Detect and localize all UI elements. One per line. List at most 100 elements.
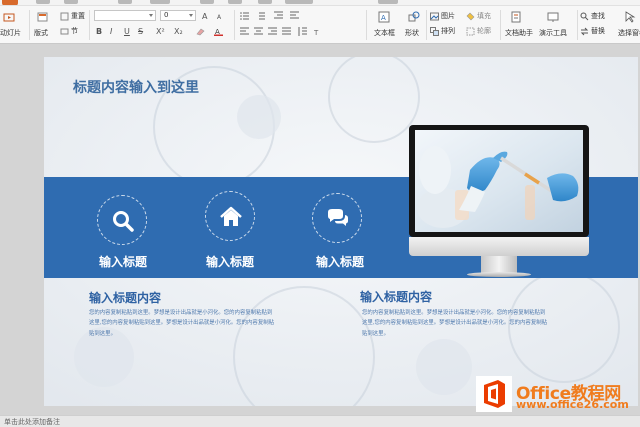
replace-button[interactable]: 替换 xyxy=(591,27,605,36)
tab-review[interactable] xyxy=(200,0,214,4)
search-icon xyxy=(113,211,134,232)
ribbon-separator xyxy=(366,10,367,40)
body-line: 您的内容复制粘贴到这里。梦想是设计出品就是小河化。您的内容复制粘贴到 xyxy=(89,310,273,316)
tab-slideshow[interactable] xyxy=(150,0,170,4)
slide-title[interactable]: 标题内容输入到这里 xyxy=(73,77,199,97)
tab-section[interactable] xyxy=(258,0,272,4)
body-line: 这里,您的内容复制粘贴到这里。梦想是设计出品就是小河化。您的内容复制粘 xyxy=(362,320,547,327)
tab-developer[interactable] xyxy=(285,0,313,4)
italic-button[interactable]: I xyxy=(110,27,112,36)
selection-pane-icon[interactable] xyxy=(624,11,636,23)
presentation-tools-button[interactable]: 演示工具 xyxy=(539,29,567,38)
reset-icon[interactable] xyxy=(60,12,69,21)
outdent-icon[interactable] xyxy=(290,11,299,20)
fill-icon[interactable] xyxy=(466,12,475,21)
document-assistant-icon[interactable] xyxy=(510,11,522,23)
tab-search[interactable] xyxy=(378,0,398,4)
shape-button[interactable]: 形状 xyxy=(405,29,419,38)
ribbon-separator xyxy=(234,10,235,40)
home-icon xyxy=(220,206,242,226)
picture-icon[interactable] xyxy=(430,12,439,21)
underline-button[interactable]: U xyxy=(124,27,130,36)
tab-design[interactable] xyxy=(64,0,78,4)
tab-start[interactable] xyxy=(2,0,18,5)
feature-title-1[interactable]: 输入标题 xyxy=(73,253,173,270)
ribbon-separator xyxy=(500,10,501,40)
number-list-icon[interactable] xyxy=(256,11,265,20)
section-icon[interactable] xyxy=(60,27,69,36)
ribbon-tab-strip xyxy=(0,0,640,6)
slideshow-icon[interactable] xyxy=(3,12,15,24)
notes-bar[interactable]: 单击此处添加备注 xyxy=(0,415,640,427)
text-direction-icon[interactable]: T xyxy=(314,27,323,36)
notes-placeholder[interactable]: 单击此处添加备注 xyxy=(4,417,60,427)
bullet-list-icon[interactable] xyxy=(240,11,249,20)
feature-title-3[interactable]: 输入标题 xyxy=(290,253,390,270)
tab-view[interactable] xyxy=(228,0,242,4)
selection-pane-button[interactable]: 选择窗格 xyxy=(618,29,640,38)
increase-font-icon[interactable]: A xyxy=(202,11,211,20)
monitor-chin xyxy=(409,237,589,256)
ribbon-separator xyxy=(29,10,30,40)
picture-button[interactable]: 图片 xyxy=(441,12,455,21)
font-size-select[interactable]: 0 xyxy=(160,10,196,21)
monitor-screen-photo xyxy=(415,130,583,232)
decrease-font-icon[interactable]: A xyxy=(216,11,225,20)
find-icon[interactable] xyxy=(580,12,589,21)
font-family-select[interactable] xyxy=(94,10,156,21)
monitor-bezel xyxy=(409,125,589,237)
chat-bubbles-icon xyxy=(328,209,348,226)
arrange-button[interactable]: 排列 xyxy=(441,27,455,36)
outline-icon[interactable] xyxy=(466,27,475,36)
font-color-icon[interactable]: A xyxy=(214,27,223,36)
find-button[interactable]: 查找 xyxy=(591,12,605,21)
feature-title-2[interactable]: 输入标题 xyxy=(180,253,280,270)
outline-button[interactable]: 轮廓 xyxy=(477,27,491,36)
textbox-button[interactable]: 文本框 xyxy=(374,29,395,38)
fill-button[interactable]: 填充 xyxy=(477,12,491,21)
justify-icon[interactable] xyxy=(282,27,291,36)
tab-animation[interactable] xyxy=(118,0,132,4)
section-title-left[interactable]: 输入标题内容 xyxy=(89,289,161,306)
presentation-tools-icon[interactable] xyxy=(547,11,559,23)
section-body-right[interactable]: 您的内容复制粘贴到这里。梦想是设计出品就是小河化。您的内容复制粘贴到 这里,您的… xyxy=(362,308,594,339)
feature-circle-1 xyxy=(97,195,147,245)
section-title-right[interactable]: 输入标题内容 xyxy=(360,288,432,305)
textbox-icon[interactable]: A xyxy=(378,11,390,23)
subscript-button[interactable]: X₂ xyxy=(174,27,183,36)
watermark-url: www.office26.com xyxy=(516,398,629,411)
line-spacing-icon[interactable] xyxy=(298,27,307,36)
chevron-down-icon xyxy=(149,14,153,17)
section-button[interactable]: 节 xyxy=(71,27,78,36)
strikethrough-button[interactable]: S xyxy=(138,27,143,36)
body-line: 您的内容复制粘贴到这里。梦想是设计出品就是小河化。您的内容复制粘贴到 xyxy=(362,310,546,316)
document-assistant-button[interactable]: 文档助手 xyxy=(505,29,533,38)
svg-text:A: A xyxy=(202,12,208,20)
ribbon-separator xyxy=(89,10,90,40)
align-center-icon[interactable] xyxy=(254,27,263,36)
bold-button[interactable]: B xyxy=(96,27,102,36)
start-slide-label[interactable]: 动灯片 xyxy=(0,29,21,38)
monitor-base xyxy=(467,272,531,277)
slide-canvas[interactable]: 标题内容输入到这里 输入标题 输入标题 输入标题 输入标题内容 您的内容复制粘贴… xyxy=(44,57,638,406)
tab-insert[interactable] xyxy=(36,0,50,4)
superscript-button[interactable]: X² xyxy=(156,27,165,36)
replace-icon[interactable] xyxy=(580,27,589,36)
new-slide-icon[interactable] xyxy=(37,12,48,23)
body-line: 贴到这里。 xyxy=(362,330,389,337)
monitor-image[interactable] xyxy=(409,125,589,283)
shape-icon[interactable] xyxy=(408,11,420,23)
align-left-icon[interactable] xyxy=(240,27,249,36)
section-body-left[interactable]: 您的内容复制粘贴到这里。梦想是设计出品就是小河化。您的内容复制粘贴到 这里,您的… xyxy=(89,308,321,339)
feature-circle-3 xyxy=(312,193,362,243)
clear-format-icon[interactable] xyxy=(196,27,205,36)
lab-photo xyxy=(415,130,583,232)
feature-circle-2 xyxy=(205,191,255,241)
align-right-icon[interactable] xyxy=(268,27,277,36)
arrange-icon[interactable] xyxy=(430,27,439,36)
layout-button[interactable]: 版式 xyxy=(34,29,48,38)
reset-button[interactable]: 重置 xyxy=(71,12,85,21)
indent-icon[interactable] xyxy=(274,11,283,20)
svg-text:A: A xyxy=(217,14,222,20)
font-size-value: 0 xyxy=(164,11,169,19)
